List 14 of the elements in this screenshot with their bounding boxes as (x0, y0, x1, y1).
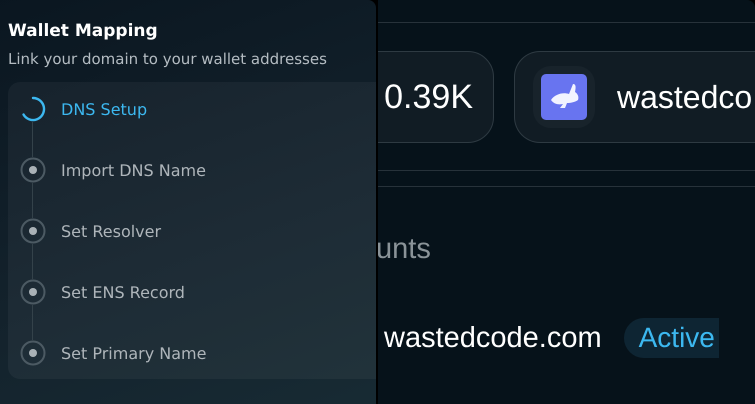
account-name: wastedco (617, 78, 752, 116)
step-label: Import DNS Name (61, 160, 206, 180)
panel-title: Wallet Mapping (8, 20, 159, 42)
stat-value: 0.39K (384, 78, 473, 116)
step-label: Set ENS Record (61, 282, 185, 302)
status-badge: Active (624, 318, 719, 358)
step-label: Set Resolver (61, 222, 162, 240)
step-label: DNS Setup (61, 100, 148, 118)
domain-name: wastedcode.com (384, 322, 602, 354)
panel-subtitle: Link your domain to your wallet addresses (8, 49, 328, 70)
app-icon (533, 66, 595, 128)
account-card[interactable]: wastedco (514, 51, 755, 143)
section-heading: unts (378, 233, 432, 266)
step-label: Set Primary Name (61, 344, 206, 362)
